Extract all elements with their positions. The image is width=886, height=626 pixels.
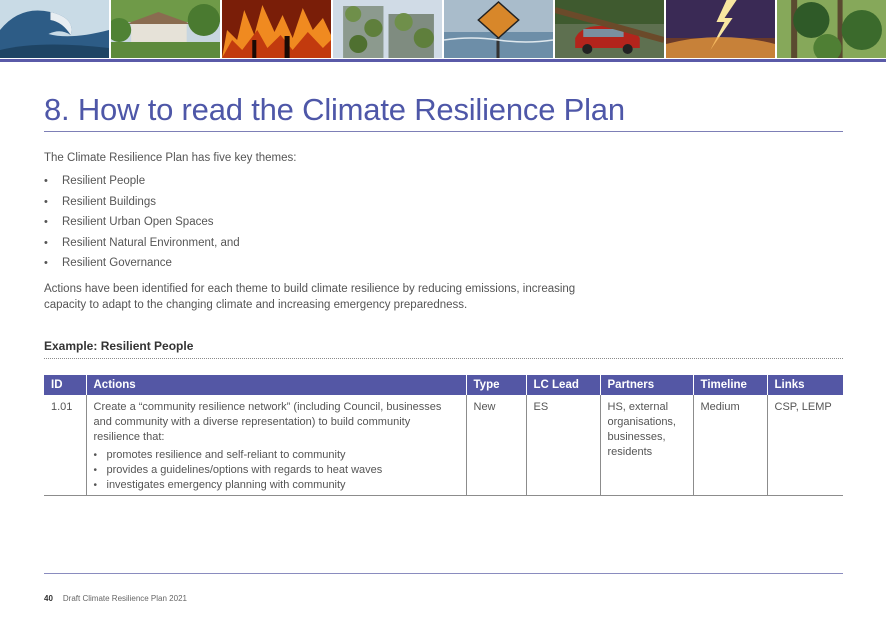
bullet-icon: • — [44, 257, 48, 270]
bullet-icon: • — [44, 195, 48, 208]
action-description: Create a “community resilience network” … — [93, 401, 442, 443]
cell-lc-lead: ES — [525, 395, 600, 496]
actions-table: ID Actions Type LC Lead Partners Timelin… — [44, 375, 843, 496]
column-header-timeline: Timeline — [692, 375, 767, 395]
fallen-tree-car-image — [555, 0, 664, 58]
list-item: • provides a guidelines/options with rega… — [94, 463, 459, 478]
wave-image — [0, 0, 109, 58]
action-point: investigates emergency planning with com… — [106, 479, 346, 491]
page-footer: 40 Draft Climate Resilience Plan 2021 — [44, 594, 187, 603]
cell-partners: HS, external organisations, businesses, … — [599, 395, 693, 496]
cell-type: New — [465, 395, 526, 496]
footer-divider — [44, 573, 843, 574]
table-row: 1.01 Create a “community resilience netw… — [44, 395, 843, 496]
cell-actions: Create a “community resilience network” … — [85, 395, 466, 496]
header-banner — [0, 0, 886, 58]
column-header-id: ID — [44, 375, 86, 395]
cell-id: 1.01 — [44, 395, 86, 496]
column-header-type: Type — [465, 375, 526, 395]
actions-paragraph: Actions have been identified for each th… — [44, 283, 576, 311]
action-point: provides a guidelines/options with regar… — [106, 464, 383, 476]
bullet-icon: • — [93, 465, 98, 476]
list-item: • Resilient Governance — [44, 257, 240, 278]
title-divider — [44, 131, 843, 132]
themes-list: • Resilient People • Resilient Buildings •… — [44, 175, 240, 278]
banner-divider — [0, 59, 886, 62]
theme-label: Resilient Natural Environment, and — [62, 236, 240, 249]
footer-doc-title: Draft Climate Resilience Plan 2021 — [62, 594, 187, 603]
column-header-partners: Partners — [599, 375, 693, 395]
bushfire-image — [222, 0, 331, 58]
page-title: 8. How to read the Climate Resilience Pl… — [44, 92, 625, 127]
theme-label: Resilient People — [62, 175, 146, 187]
green-building-image — [333, 0, 442, 58]
page-number: 40 — [44, 594, 53, 603]
example-heading: Example: Resilient People — [44, 339, 194, 353]
bullet-icon: • — [93, 450, 98, 461]
bullet-icon: • — [44, 236, 48, 249]
cell-timeline: Medium — [692, 395, 767, 496]
column-header-links: Links — [766, 375, 843, 395]
bullet-icon: • — [44, 216, 48, 229]
action-point: promotes resilience and self-reliant to … — [106, 449, 346, 461]
list-item: • Resilient People — [44, 175, 240, 196]
intro-text: The Climate Resilience Plan has five key… — [44, 152, 297, 164]
bullet-icon: • — [44, 175, 48, 187]
action-points-list: • promotes resilience and self-reliant to… — [94, 448, 459, 493]
list-item: • promotes resilience and self-reliant to… — [94, 448, 459, 463]
column-header-actions: Actions — [85, 375, 466, 395]
list-item: • Resilient Natural Environment, and — [44, 237, 240, 258]
list-item: • Resilient Urban Open Spaces — [44, 216, 240, 237]
dotted-divider — [44, 358, 843, 359]
bullet-icon: • — [93, 480, 98, 491]
list-item: • investigates emergency planning with co… — [94, 478, 459, 493]
flood-sign-image — [444, 0, 553, 58]
forest-image — [777, 0, 886, 58]
table-header-row: ID Actions Type LC Lead Partners Timelin… — [44, 375, 843, 395]
theme-label: Resilient Governance — [62, 257, 172, 270]
house-garden-image — [111, 0, 220, 58]
theme-label: Resilient Buildings — [62, 195, 156, 208]
list-item: • Resilient Buildings — [44, 196, 240, 217]
cell-links: CSP, LEMP — [766, 395, 843, 496]
column-header-lc-lead: LC Lead — [525, 375, 600, 395]
lightning-storm-image — [666, 0, 775, 58]
theme-label: Resilient Urban Open Spaces — [62, 216, 214, 229]
